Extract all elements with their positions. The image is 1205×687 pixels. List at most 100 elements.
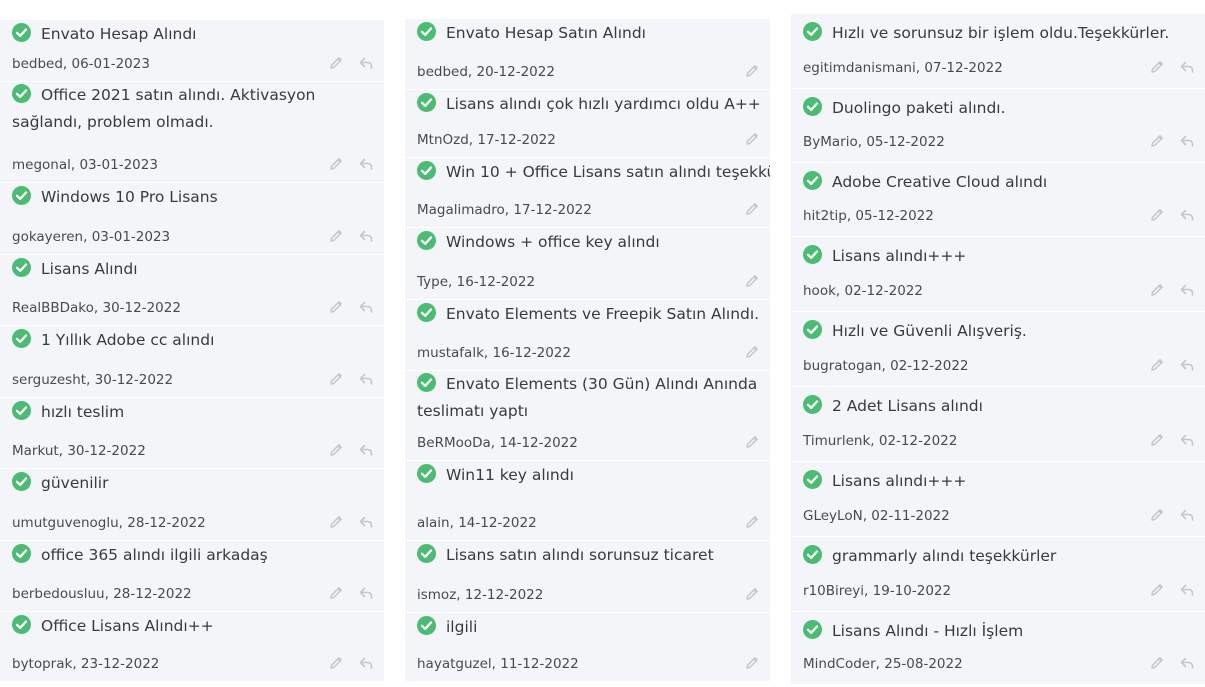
pencil-icon[interactable] [328, 299, 344, 315]
reply-icon[interactable] [358, 156, 374, 172]
reply-icon[interactable] [358, 514, 374, 530]
comment-item: 2 Adet Lisans alındı Timurlenk, 02-12-202… [791, 387, 1205, 462]
pencil-icon[interactable] [1149, 432, 1165, 448]
reply-icon[interactable] [358, 55, 374, 71]
reply-icon[interactable] [358, 299, 374, 315]
pencil-icon[interactable] [1149, 59, 1165, 75]
comment-author[interactable]: bugratogan [803, 358, 881, 374]
pencil-icon[interactable] [328, 585, 344, 601]
pencil-icon[interactable] [1149, 507, 1165, 523]
pencil-icon[interactable] [328, 514, 344, 530]
comment-title: Hızlı ve sorunsuz bir işlem oldu.Teşekkü… [803, 19, 1199, 47]
reply-icon[interactable] [358, 442, 374, 458]
pencil-icon[interactable] [744, 201, 760, 217]
comment-title-text: Lisans Alındı [41, 260, 138, 278]
comment-author[interactable]: megonal [12, 157, 71, 173]
meta-separator: , [881, 358, 891, 374]
pencil-icon[interactable] [1149, 282, 1165, 298]
check-circle-icon [803, 245, 822, 264]
comment-author[interactable]: egitimdanismani [803, 60, 916, 76]
comment-title-text: ilgili [446, 618, 478, 636]
reply-icon[interactable] [358, 585, 374, 601]
reply-icon[interactable] [358, 655, 374, 671]
pencil-icon[interactable] [328, 228, 344, 244]
check-circle-icon [12, 329, 31, 348]
pencil-icon[interactable] [328, 55, 344, 71]
comment-actions [744, 201, 760, 217]
comment-author[interactable]: r10Bireyi [803, 583, 864, 599]
comment-author[interactable]: MindCoder [803, 656, 876, 672]
pencil-icon[interactable] [744, 434, 760, 450]
comment-author[interactable]: umutguvenoglu [12, 515, 119, 531]
comment-title-text: Lisans satın alındı sorunsuz ticaret [446, 546, 714, 564]
pencil-icon[interactable] [1149, 582, 1165, 598]
reply-icon[interactable] [1179, 133, 1195, 149]
comment-author[interactable]: bytoprak [12, 656, 72, 672]
comment-date: 12-12-2022 [464, 587, 544, 603]
pencil-icon[interactable] [1149, 207, 1165, 223]
comment-author[interactable]: GLeyLoN [803, 508, 863, 524]
comment-author[interactable]: BeRMooDa [417, 435, 491, 451]
comment-author[interactable]: RealBBDako [12, 300, 94, 316]
comment-author[interactable]: serguzesht [12, 372, 86, 388]
pencil-icon[interactable] [744, 514, 760, 530]
comment-author[interactable]: ismoz [417, 587, 456, 603]
comment-date: 14-12-2022 [499, 435, 578, 451]
comment-date: 11-12-2022 [500, 656, 579, 672]
comment-title-text: Envato Hesap Alındı [41, 25, 197, 43]
comment-title: 2 Adet Lisans alındı [803, 392, 1199, 420]
reply-icon[interactable] [1179, 207, 1195, 223]
reply-icon[interactable] [1179, 357, 1195, 373]
comment-author[interactable]: ByMario [803, 134, 858, 150]
comment-title: Envato Elements ve Freepik Satın Alındı. [417, 300, 764, 328]
comment-author[interactable]: mustafalk [417, 345, 484, 361]
pencil-icon[interactable] [744, 586, 760, 602]
comment-author[interactable]: Magalimadro [417, 202, 505, 218]
reply-icon[interactable] [358, 228, 374, 244]
reply-icon[interactable] [1179, 655, 1195, 671]
comment-title: office 365 alındı ilgili arkadaş [12, 541, 378, 569]
pencil-icon[interactable] [744, 131, 760, 147]
pencil-icon[interactable] [328, 655, 344, 671]
check-circle-icon [12, 186, 31, 205]
pencil-icon[interactable] [328, 156, 344, 172]
check-circle-icon [803, 395, 822, 414]
reply-icon[interactable] [1179, 582, 1195, 598]
comment-author[interactable]: hayatguzel [417, 656, 492, 672]
comment-author[interactable]: alain [417, 515, 450, 531]
comment-item: Office 2021 satın alındı. Aktivasyon sağ… [0, 82, 384, 183]
comment-meta: hook, 02-12-2022 [803, 283, 923, 299]
comment-author[interactable]: bedbed [12, 56, 63, 72]
reply-icon[interactable] [1179, 59, 1195, 75]
comment-author[interactable]: hit2tip [803, 208, 847, 224]
comment-author[interactable]: Type [417, 274, 448, 290]
comment-item: office 365 alındı ilgili arkadaş berbedou… [0, 541, 384, 612]
comment-author[interactable]: gokayeren [12, 229, 83, 245]
pencil-icon[interactable] [744, 344, 760, 360]
comment-item: Office Lisans Alındı++ bytoprak, 23-12-20… [0, 612, 384, 682]
reply-icon[interactable] [358, 371, 374, 387]
comment-meta: megonal, 03-01-2023 [12, 157, 158, 173]
comment-author[interactable]: berbedousluu [12, 586, 105, 602]
pencil-icon[interactable] [1149, 357, 1165, 373]
pencil-icon[interactable] [744, 273, 760, 289]
reply-icon[interactable] [1179, 432, 1195, 448]
pencil-icon[interactable] [328, 442, 344, 458]
comment-author[interactable]: Timurlenk [803, 433, 870, 449]
comment-author[interactable]: MtnOzd [417, 132, 469, 148]
pencil-icon[interactable] [1149, 133, 1165, 149]
reply-icon[interactable] [1179, 507, 1195, 523]
pencil-icon[interactable] [1149, 655, 1165, 671]
comment-date: 06-01-2023 [71, 56, 150, 72]
comment-author[interactable]: hook [803, 283, 836, 299]
comment-author[interactable]: bedbed [417, 64, 468, 80]
comment-author[interactable]: Markut [12, 443, 59, 459]
comment-meta: r10Bireyi, 19-10-2022 [803, 583, 951, 599]
comment-date: 05-12-2022 [855, 208, 934, 224]
pencil-icon[interactable] [744, 655, 760, 671]
comment-item: Adobe Creative Cloud alındı hit2tip, 05-1… [791, 163, 1205, 237]
pencil-icon[interactable] [328, 371, 344, 387]
pencil-icon[interactable] [744, 63, 760, 79]
comment-title-text: 1 Yıllık Adobe cc alındı [41, 331, 215, 349]
reply-icon[interactable] [1179, 282, 1195, 298]
